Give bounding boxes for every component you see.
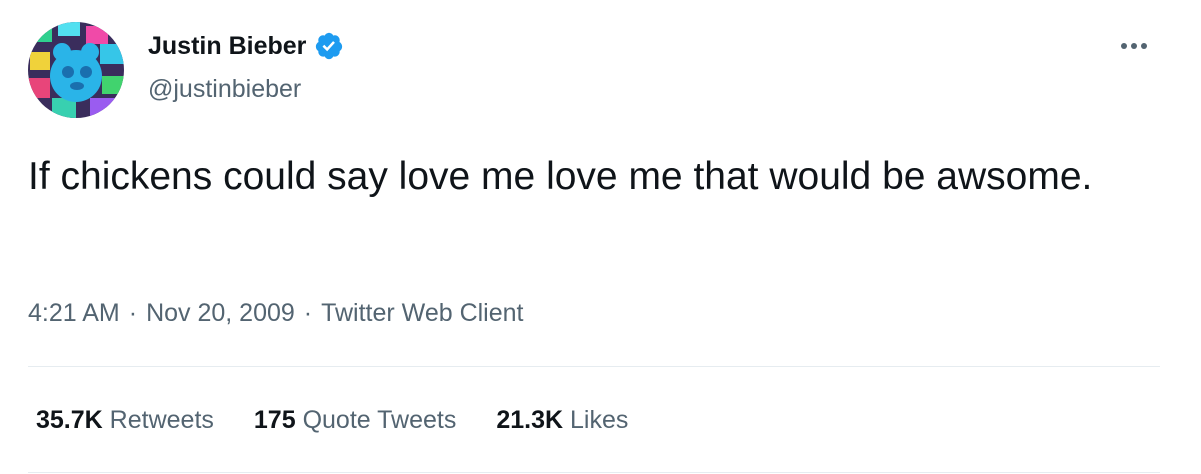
likes-label: Likes: [570, 406, 629, 434]
divider: [28, 472, 1160, 473]
divider: [28, 366, 1160, 367]
quote-tweets-stat[interactable]: 175 Quote Tweets: [254, 403, 456, 437]
more-options-button[interactable]: [1112, 34, 1156, 58]
retweets-count: 35.7K: [36, 406, 103, 434]
meta-separator: ·: [303, 299, 313, 327]
tweet-time[interactable]: 4:21 AM: [28, 299, 120, 327]
more-options-icon: [1121, 43, 1147, 49]
tweet-date[interactable]: Nov 20, 2009: [146, 299, 295, 327]
tweet-source[interactable]: Twitter Web Client: [321, 299, 523, 327]
quote-tweets-label: Quote Tweets: [302, 406, 457, 434]
likes-count: 21.3K: [496, 406, 564, 434]
avatar-image: [28, 22, 124, 118]
author-handle[interactable]: @justinbieber: [148, 73, 301, 105]
author-name-row: Justin Bieber: [148, 30, 344, 62]
tweet-meta: 4:21 AM · Nov 20, 2009 · Twitter Web Client: [28, 296, 524, 330]
verified-badge-icon: [314, 31, 344, 61]
retweets-stat[interactable]: 35.7K Retweets: [36, 403, 214, 437]
likes-stat[interactable]: 21.3K Likes: [496, 403, 628, 437]
meta-separator: ·: [128, 299, 138, 327]
tweet-text: If chickens could say love me love me th…: [28, 155, 1093, 198]
avatar[interactable]: [28, 22, 124, 118]
quote-tweets-count: 175: [253, 406, 296, 434]
author-display-name[interactable]: Justin Bieber: [148, 30, 306, 62]
retweets-label: Retweets: [109, 406, 214, 434]
tweet-card: Justin Bieber @justinbieber If chickens …: [0, 0, 1201, 474]
tweet-stats: 35.7K Retweets 175 Quote Tweets 21.3K Li…: [36, 403, 628, 437]
